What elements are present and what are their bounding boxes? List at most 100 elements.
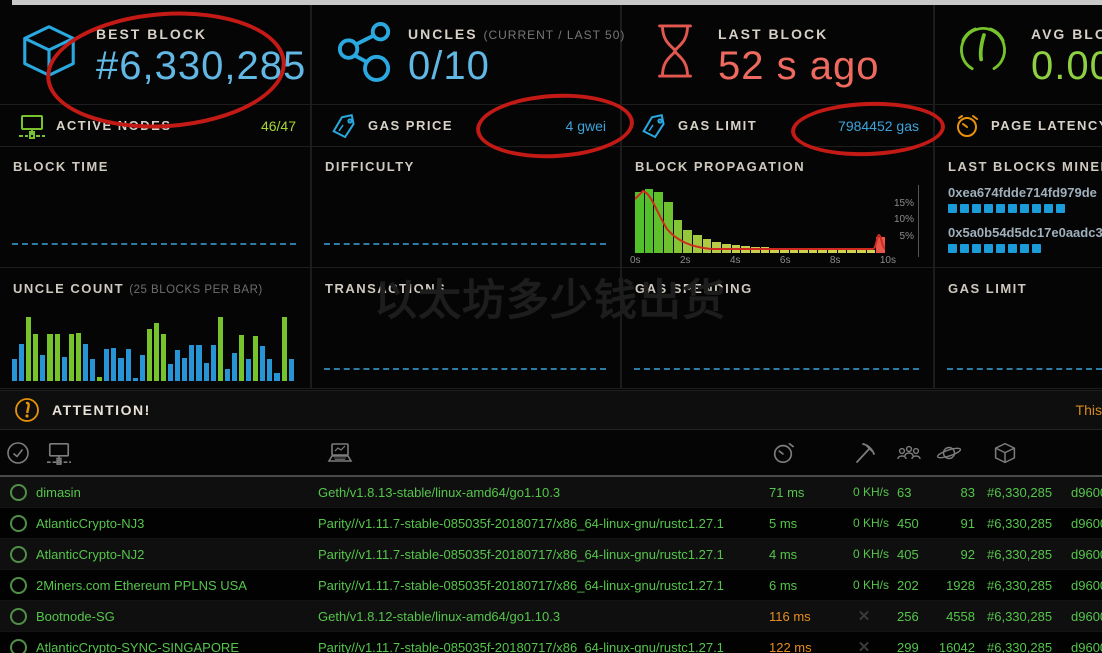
uncle-count-bar [260,346,265,381]
node-status-pin[interactable] [0,608,36,625]
panel-title: UNCLE COUNT [13,281,124,296]
node-table-row[interactable]: AtlanticCrypto-NJ3Parity//v1.11.7-stable… [0,508,1102,539]
client-laptop-icon[interactable] [318,442,765,464]
attention-link[interactable]: This [1076,402,1102,418]
node-status-pin[interactable] [0,577,36,594]
mined-block-square [984,244,993,253]
node-latency: 116 ms [765,609,837,624]
uncle-count-bar [196,345,201,381]
miner-address[interactable]: 0x5a0b54d5dc17e0aadc3 [948,225,1102,240]
no-hashrate-icon: ✕ [837,607,891,625]
uncle-count-bar [12,359,17,381]
uncle-count-bar [225,369,230,381]
uncle-count-bar [289,359,294,381]
miner-blocks [948,204,1102,213]
uncle-count-bar [168,364,173,381]
node-latency: 71 ms [765,485,837,500]
price-tag-icon [330,113,358,144]
uncle-count-bar [33,334,38,381]
uncle-count-bar [133,378,138,381]
propagation-x-axis: 0s2s4s6s8s10s [630,255,896,266]
uncle-count-bar [267,359,272,381]
miners-list: 0xea674fdde714fd979de 0x5a0b54d5dc17e0aad… [948,185,1102,265]
x-tick-label: 4s [730,255,741,266]
node-client: Parity//v1.11.7-stable-085035f-20180717/… [318,547,765,562]
avg-block-time-value: 0.00 [1031,44,1102,89]
uncle-count-bar [274,373,279,381]
status-circle-icon [10,608,27,625]
node-peers: 299 [891,640,935,653]
block-cube-icon[interactable] [975,441,1061,465]
node-status-pin[interactable] [0,484,36,501]
panel-uncle-count: UNCLE COUNT (25 BLOCKS PER BAR) [0,269,310,388]
miner-blocks [948,244,1102,253]
empty-chart-baseline [947,368,1102,370]
panel-subtitle: (25 BLOCKS PER BAR) [129,284,262,296]
node-status-pin[interactable] [0,546,36,563]
propagation-axis-line [918,185,919,257]
uncle-count-bar [140,355,145,381]
node-name: dimasin [36,485,318,500]
node-latency: 6 ms [765,578,837,593]
peers-icon[interactable] [891,443,935,463]
node-block-hash: d9600ce [1061,547,1102,562]
node-pending: 1928 [935,578,975,593]
node-hashrate: 0 KH/s [837,547,891,561]
node-client: Parity//v1.11.7-stable-085035f-20180717/… [318,640,765,653]
mined-block-square [972,244,981,253]
uncle-count-bar [40,355,45,381]
panel-block-propagation: BLOCK PROPAGATION 15%10%5% 0s2s4s6s8s10s [622,147,933,267]
uncle-count-bar [26,317,31,381]
node-peers: 256 [891,609,935,624]
node-block: #6,330,285 [975,640,1061,653]
node-pending: 4558 [935,609,975,624]
check-circle-icon[interactable] [0,441,36,465]
x-tick-label: 10s [880,255,896,266]
panel-title: BLOCK PROPAGATION [635,159,805,174]
mined-block-square [1008,204,1017,213]
panel-title: GAS LIMIT [948,281,1027,296]
node-table-row[interactable]: AtlanticCrypto-SYNC-SINGAPOREParity//v1.… [0,632,1102,653]
miner-address[interactable]: 0xea674fdde714fd979de [948,185,1102,200]
uncle-count-bar [161,334,166,381]
node-table-row[interactable]: dimasinGeth/v1.8.13-stable/linux-amd64/g… [0,477,1102,508]
mined-block-square [1008,244,1017,253]
node-pending: 83 [935,485,975,500]
latency-clock-icon[interactable] [765,441,837,465]
node-client: Parity//v1.11.7-stable-085035f-20180717/… [318,516,765,531]
node-latency: 5 ms [765,516,837,531]
uncle-count-bar [47,334,52,381]
uncle-count-bar [62,357,67,381]
attention-icon [14,397,40,428]
node-table-row[interactable]: Bootnode-SGGeth/v1.8.12-stable/linux-amd… [0,601,1102,632]
panel-title: LAST BLOCKS MINERS [948,159,1102,174]
panel-gas-limit: GAS LIMIT [935,269,1102,388]
stat-label: AVG BLOC [1031,26,1102,42]
mined-block-square [1020,244,1029,253]
stat-page-latency: PAGE LATENCY [935,106,1102,146]
propagation-y-axis: 15%10%5% [886,187,916,253]
uncle-count-bar [83,344,88,381]
uncle-count-bar [211,345,216,381]
node-status-pin[interactable] [0,515,36,532]
status-circle-icon [10,639,27,653]
node-block-hash: d9600ce [1061,516,1102,531]
uncles-value: 0/10 [408,44,490,89]
node-table-row[interactable]: AtlanticCrypto-NJ2Parity//v1.11.7-stable… [0,539,1102,570]
node-status-pin[interactable] [0,639,36,653]
node-client: Parity//v1.11.7-stable-085035f-20180717/… [318,578,765,593]
stat-label: LAST BLOCK [718,26,828,42]
mining-pickaxe-icon[interactable] [837,441,891,465]
y-tick-label: 10% [894,214,914,225]
uncle-count-bar [55,334,60,381]
node-block: #6,330,285 [975,609,1061,624]
node-table-row[interactable]: 2Miners.com Ethereum PPLNS USAParity//v1… [0,570,1102,601]
pending-saturn-icon[interactable] [935,443,975,463]
empty-chart-baseline [12,243,296,245]
x-tick-label: 8s [830,255,841,266]
x-tick-label: 6s [780,255,791,266]
uncle-count-bar [69,334,74,381]
node-client: Geth/v1.8.13-stable/linux-amd64/go1.10.3 [318,485,765,500]
panel-last-blocks-miners: LAST BLOCKS MINERS 0xea674fdde714fd979de… [935,147,1102,267]
node-monitor-icon[interactable] [36,441,318,465]
